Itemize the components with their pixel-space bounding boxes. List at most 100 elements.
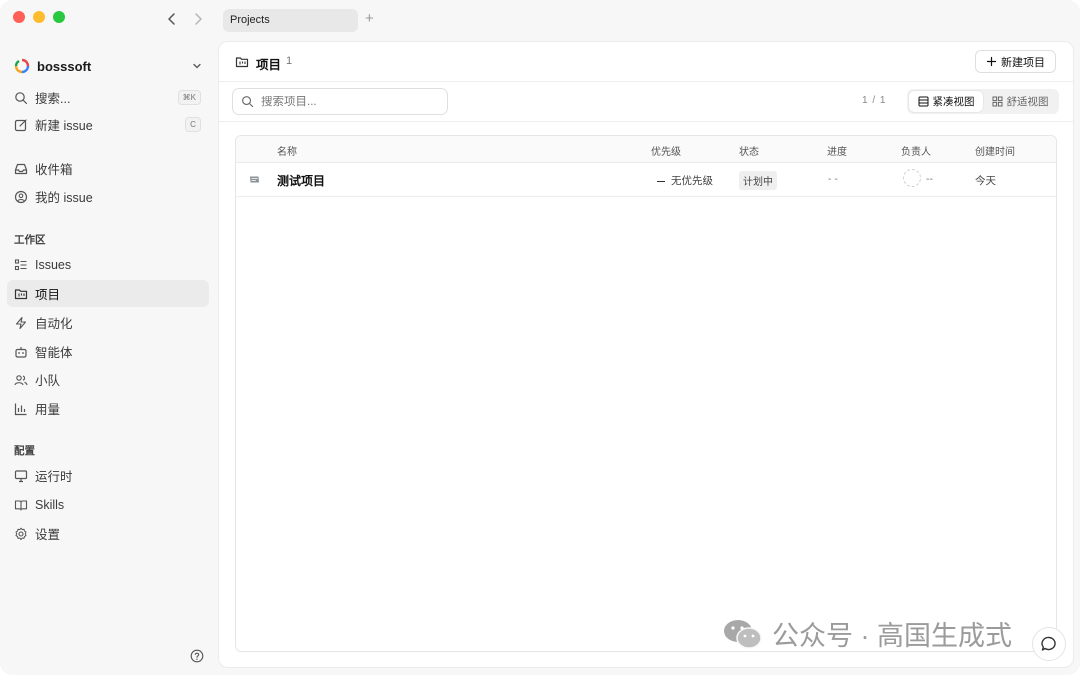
user-circle-icon (14, 190, 28, 203)
chat-button[interactable] (1032, 627, 1066, 661)
search-icon (242, 96, 254, 108)
list-check-icon (14, 258, 27, 270)
sidebar-item-runtime[interactable]: 运行时 (7, 462, 209, 489)
compact-view-label: 紧凑视图 (932, 96, 975, 108)
inbox-icon (14, 163, 28, 174)
folder-kanban-icon (14, 288, 28, 299)
sidebar-item-label: 自动化 (35, 317, 73, 331)
wechat-logo-icon (724, 619, 762, 649)
grid-icon (992, 96, 1002, 107)
sidebar-item-usage[interactable]: 用量 (7, 395, 209, 422)
monitor-icon (14, 469, 28, 482)
minimize-window-button[interactable] (33, 11, 45, 23)
chat-bubble-icon (1041, 636, 1056, 651)
status-badge[interactable]: 计划中 (739, 171, 777, 190)
project-search (232, 88, 448, 115)
sidebar: bosssoft 搜索... ⌘K 新建 issue C 收件箱 我的 issu… (0, 44, 217, 675)
sidebar-item-label: 智能体 (35, 346, 73, 360)
tab-projects[interactable]: Projects (223, 9, 358, 32)
folder-kanban-icon (235, 57, 249, 68)
sidebar-new-issue-label: 新建 issue (35, 119, 93, 133)
new-project-button[interactable]: 新建项目 (975, 50, 1056, 73)
search-shortcut-badge: ⌘K (177, 90, 201, 105)
progress-cell: - - (828, 173, 838, 185)
main-panel: 项目 1 新建项目 1 / 1 紧凑视图 舒适视图 (218, 41, 1074, 668)
chevron-right-icon[interactable] (192, 12, 204, 26)
sidebar-item-label: 小队 (35, 374, 61, 388)
priority-label: 无优先级 (671, 175, 713, 187)
chevron-left-icon[interactable] (166, 12, 178, 26)
window-controls (13, 11, 65, 23)
new-issue-shortcut-badge: C (185, 117, 201, 132)
watermark: 公众号 · 高国生成式 (722, 614, 1012, 653)
bar-chart-icon (14, 403, 27, 415)
table-row[interactable]: 测试项目 无优先级 计划中 - - -- 今天 (236, 163, 1056, 197)
sidebar-item-label: 运行时 (35, 470, 73, 484)
comfortable-view-toggle[interactable]: 舒适视图 (983, 91, 1057, 112)
assignee-avatar-placeholder[interactable] (903, 169, 921, 187)
history-nav (166, 12, 204, 26)
sidebar-item-label: 我的 issue (35, 191, 93, 205)
workspace-name: bosssoft (37, 58, 92, 74)
sidebar-item-automation[interactable]: 自动化 (7, 309, 209, 336)
sidebar-search-label: 搜索... (35, 92, 71, 106)
priority-cell[interactable]: 无优先级 (657, 173, 713, 188)
book-open-icon (14, 499, 28, 511)
sidebar-item-label: 设置 (35, 528, 61, 542)
project-name[interactable]: 测试项目 (277, 172, 325, 189)
comfortable-view-label: 舒适视图 (1006, 96, 1049, 108)
zoom-window-button[interactable] (53, 11, 65, 23)
rows-icon (918, 96, 928, 107)
pagination-indicator: 1 / 1 (862, 95, 887, 106)
page-header: 项目 1 新建项目 (219, 42, 1073, 82)
sidebar-item-label: Issues (35, 257, 72, 272)
help-icon[interactable] (190, 649, 204, 663)
new-tab-button[interactable]: + (365, 11, 374, 27)
sidebar-item-label: 项目 (35, 288, 61, 302)
plus-icon (986, 56, 997, 67)
table-header: 名称 优先级 状态 进度 负责人 创建时间 (236, 136, 1056, 163)
column-header-assignee[interactable]: 负责人 (901, 143, 931, 158)
column-header-status[interactable]: 状态 (739, 143, 759, 158)
watermark-text: 公众号 · 高国生成式 (772, 621, 1012, 651)
projects-table: 名称 优先级 状态 进度 负责人 创建时间 测试项目 无优先级 计划中 - - … (235, 135, 1057, 652)
list-toolbar: 1 / 1 紧凑视图 舒适视图 (219, 82, 1073, 122)
sidebar-item-settings[interactable]: 设置 (7, 520, 209, 547)
sidebar-item-label: 收件箱 (35, 163, 73, 177)
sidebar-item-label: 用量 (35, 403, 61, 417)
sidebar-item-my-issues[interactable]: 我的 issue (7, 183, 209, 210)
chevron-down-icon (193, 63, 201, 69)
workspace-section-heading: 工作区 (14, 234, 46, 246)
sidebar-item-agents[interactable]: 智能体 (7, 338, 209, 365)
created-cell: 今天 (975, 175, 996, 187)
column-header-name[interactable]: 名称 (277, 143, 297, 158)
assignee-cell: -- (926, 173, 933, 185)
sidebar-item-skills[interactable]: Skills (7, 491, 209, 518)
sidebar-new-issue[interactable]: 新建 issue C (7, 111, 209, 138)
project-search-input[interactable] (261, 95, 441, 108)
users-icon (14, 374, 28, 385)
project-count: 1 (286, 55, 293, 67)
close-window-button[interactable] (13, 11, 25, 23)
column-header-progress[interactable]: 进度 (827, 143, 847, 158)
sidebar-item-projects[interactable]: 项目 (7, 280, 209, 307)
bot-icon (15, 346, 27, 358)
no-priority-icon (657, 180, 665, 182)
app-window: Projects + bosssoft 搜索... ⌘K 新建 issue C (0, 0, 1080, 675)
column-header-priority[interactable]: 优先级 (651, 143, 681, 158)
sidebar-item-squads[interactable]: 小队 (7, 366, 209, 393)
zap-icon (15, 316, 27, 329)
sidebar-item-inbox[interactable]: 收件箱 (7, 155, 209, 182)
compact-view-toggle[interactable]: 紧凑视图 (909, 91, 983, 112)
search-icon (15, 91, 28, 104)
new-project-label: 新建项目 (1001, 56, 1045, 69)
workspace-logo-icon (14, 58, 30, 74)
view-switcher: 紧凑视图 舒适视图 (907, 89, 1059, 114)
sidebar-search[interactable]: 搜索... ⌘K (7, 84, 209, 111)
config-section-heading: 配置 (14, 445, 35, 457)
workspace-switcher[interactable]: bosssoft (14, 56, 203, 76)
sidebar-item-issues[interactable]: Issues (7, 251, 209, 278)
page-title: 项目 (256, 58, 282, 72)
column-header-created[interactable]: 创建时间 (975, 143, 1015, 158)
edit-icon (14, 118, 27, 131)
